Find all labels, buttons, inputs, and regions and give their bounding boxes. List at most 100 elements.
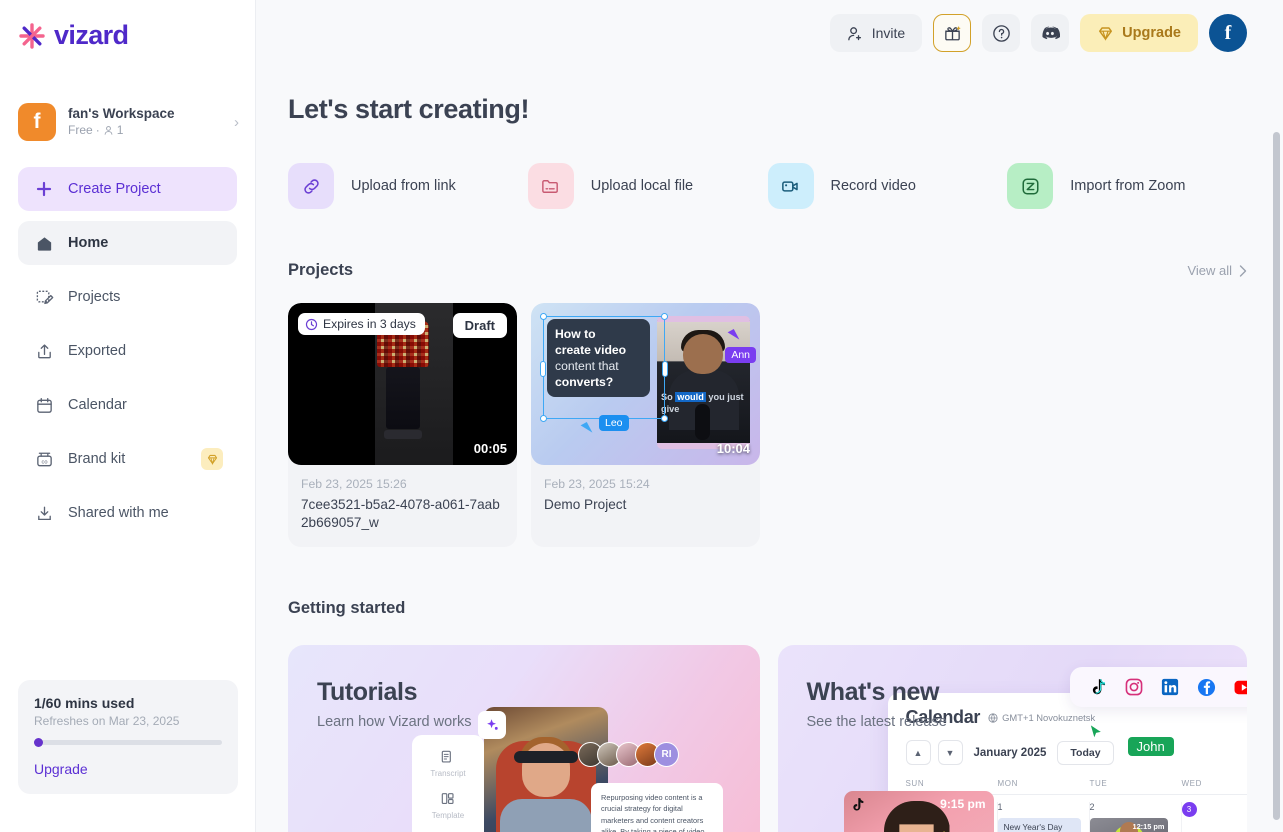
tutorials-heading: Tutorials: [317, 678, 418, 706]
transcript-icon: [441, 750, 451, 763]
whats-new-text: What's new See the latest release: [807, 678, 947, 732]
quick-actions: Upload from link Upload local file Recor…: [288, 163, 1247, 209]
brand-kit-icon: co: [34, 449, 54, 469]
panel-item-template: Template: [432, 791, 464, 820]
gift-button[interactable]: [933, 14, 972, 52]
sidebar-item-shared-with-me[interactable]: Shared with me: [18, 491, 237, 535]
diamond-icon: [1099, 26, 1113, 41]
project-date: Feb 23, 2025 15:24: [544, 477, 650, 491]
user-avatar[interactable]: f: [1209, 14, 1247, 52]
project-meta: Feb 23, 2025 15:24 Demo Project: [531, 465, 760, 529]
sidebar-item-exported[interactable]: Exported: [18, 329, 237, 373]
content-area: Let's start creating! Upload from link U…: [256, 94, 1283, 832]
event-time: 12:15 pm: [1132, 822, 1165, 831]
sidebar-item-label: Shared with me: [68, 505, 169, 521]
usage-upgrade-link[interactable]: Upgrade: [34, 761, 222, 777]
globe-icon: [988, 712, 998, 723]
sidebar-item-label: Home: [68, 235, 109, 251]
tiktok-video-preview: 9:15 pm Kelly: [843, 791, 994, 832]
action-label: Record video: [830, 178, 916, 194]
day-header: WED: [1181, 779, 1202, 788]
main-content: Invite Upgrade f Let's start creating! U…: [256, 0, 1283, 832]
brand-name: vizard: [54, 20, 129, 50]
calendar-cell[interactable]: 2 12:15 pm: [1089, 802, 1182, 832]
editor-side-panel: Transcript Template: [412, 735, 484, 832]
facebook-icon[interactable]: [1197, 678, 1216, 697]
calendar-cell[interactable]: 3: [1181, 802, 1248, 832]
page-title: Let's start creating!: [288, 94, 530, 124]
caption-line: create video: [555, 343, 627, 357]
projects-edit-icon: [34, 287, 54, 307]
action-label: Upload local file: [590, 178, 694, 194]
chevron-right-icon: [1239, 264, 1247, 277]
workspace-meta: Free · 1: [68, 122, 222, 139]
calendar-header: Calendar GMT+1 Novokuznetsk: [906, 707, 1248, 728]
asterisk-spark-icon: [17, 21, 47, 51]
action-upload-local-file[interactable]: Upload local file: [527, 163, 768, 209]
upgrade-button[interactable]: Upgrade: [1080, 14, 1198, 52]
project-date: Feb 23, 2025 15:26: [301, 477, 407, 491]
calendar-month-label: January 2025: [973, 746, 1047, 759]
usage-panel: 1/60 mins used Refreshes on Mar 23, 2025…: [18, 680, 238, 794]
action-upload-from-link[interactable]: Upload from link: [288, 163, 528, 209]
sidebar-item-create-project[interactable]: Create Project: [18, 167, 237, 211]
instagram-icon[interactable]: [1125, 678, 1143, 696]
project-card[interactable]: Expires in 3 days Draft 00:05 Feb 23, 20…: [288, 303, 517, 547]
whats-new-heading: What's new: [806, 678, 940, 706]
chevron-down-icon[interactable]: ▼: [937, 740, 963, 765]
chevron-right-icon[interactable]: ›: [234, 114, 243, 131]
timezone-label: GMT+1 Novokuznetsk: [1002, 712, 1096, 723]
workspace-name: fan's Workspace: [68, 106, 175, 121]
tutorials-card[interactable]: Tutorials Learn how Vizard works Transcr…: [288, 645, 760, 832]
cursor-pointer-icon: [1088, 723, 1103, 740]
social-platforms-bar: [1069, 667, 1248, 707]
sidebar-item-label: Calendar: [68, 397, 127, 413]
calendar-today-button[interactable]: Today: [1057, 740, 1114, 765]
sidebar-create-project-label: Create Project: [68, 181, 161, 197]
sidebar-item-brand-kit[interactable]: co Brand kit: [18, 437, 237, 481]
usage-progress-bar: [34, 738, 222, 747]
youtube-icon[interactable]: [1234, 680, 1248, 695]
view-all-projects-link[interactable]: View all: [1187, 263, 1247, 278]
help-button[interactable]: [982, 14, 1021, 52]
zoom-icon: [1007, 163, 1054, 209]
calendar-video-event[interactable]: 12:15 pm: [1089, 818, 1168, 832]
linkedin-icon[interactable]: [1161, 678, 1179, 696]
project-thumbnail: So would you just give How to create vid…: [531, 303, 760, 465]
calendar-event[interactable]: New Year's Day: [997, 818, 1081, 832]
vertical-scrollbar[interactable]: [1273, 132, 1280, 820]
calendar-cell[interactable]: 1 New Year's Day: [997, 802, 1090, 832]
person-add-icon: [847, 26, 861, 40]
day-header: TUE: [1089, 779, 1108, 788]
project-meta: Feb 23, 2025 15:26 7cee3521-b5a2-4078-a0…: [288, 465, 517, 547]
tutorials-subheading: Learn how Vizard works: [317, 714, 472, 730]
usage-progress-fill: [34, 738, 43, 747]
person-icon: [104, 126, 113, 135]
sidebar-item-calendar[interactable]: Calendar: [18, 383, 237, 427]
tiktok-icon[interactable]: [1090, 678, 1107, 697]
action-record-video[interactable]: Record video: [767, 163, 1008, 209]
expires-badge: Expires in 3 days: [298, 313, 425, 335]
video-time-label: 9:15 pm: [940, 797, 986, 811]
invite-button[interactable]: Invite: [829, 14, 923, 52]
collaborator-avatars: RI: [578, 742, 679, 767]
app-root: vizard f fan's Workspace Free · 1 › Crea…: [0, 0, 1283, 832]
brand-logo[interactable]: vizard: [0, 0, 255, 51]
project-card[interactable]: So would you just give How to create vid…: [531, 303, 760, 547]
discord-button[interactable]: [1031, 14, 1070, 52]
calendar-controls: ▲ ▼ January 2025 Today: [905, 740, 1248, 765]
export-upload-icon: [34, 341, 54, 361]
folder-icon: [527, 163, 574, 209]
clock-icon: [305, 318, 318, 330]
chevron-up-icon[interactable]: ▲: [905, 740, 931, 765]
sidebar-item-label: Exported: [68, 343, 127, 359]
workspace-switcher[interactable]: f fan's Workspace Free · 1 ›: [16, 99, 245, 145]
sidebar-item-home[interactable]: Home: [18, 221, 237, 265]
whats-new-card[interactable]: What's new See the latest release Calend…: [777, 645, 1248, 832]
sidebar-item-projects[interactable]: Projects: [18, 275, 237, 319]
collaborator-tag: Leo: [599, 415, 629, 431]
action-import-from-zoom[interactable]: Import from Zoom: [1007, 163, 1247, 209]
transcript-text-card: Repurposing video content is a crucial s…: [591, 783, 723, 832]
calendar-timezone: GMT+1 Novokuznetsk: [988, 712, 1095, 723]
day-header: SUN: [905, 779, 925, 788]
